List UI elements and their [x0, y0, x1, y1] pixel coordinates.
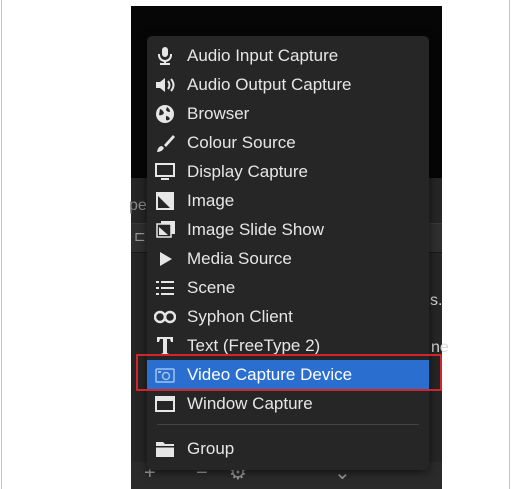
monitor-icon — [154, 161, 176, 183]
menu-item-display-capture[interactable]: Display Capture — [147, 157, 429, 186]
paintbrush-icon — [154, 132, 176, 154]
menu-item-syphon-client[interactable]: Syphon Client — [147, 302, 429, 331]
menu-item-group[interactable]: Group — [147, 434, 429, 463]
syphon-icon — [154, 306, 176, 328]
window-icon — [154, 393, 176, 415]
list-icon — [154, 277, 176, 299]
background-text-fragment: s. — [430, 292, 443, 309]
folder-icon — [154, 438, 176, 460]
frame-border-right — [509, 0, 510, 489]
microphone-icon — [154, 45, 176, 67]
play-icon — [154, 248, 176, 270]
menu-item-window-capture[interactable]: Window Capture — [147, 389, 429, 418]
menu-item-audio-output-capture[interactable]: Audio Output Capture — [147, 70, 429, 99]
frame-border-left — [1, 0, 2, 489]
menu-item-audio-input-capture[interactable]: Audio Input Capture — [147, 41, 429, 70]
add-source-context-menu: Audio Input Capture Audio Output Capture… — [147, 36, 429, 470]
menu-item-browser[interactable]: Browser — [147, 99, 429, 128]
menu-item-media-source[interactable]: Media Source — [147, 244, 429, 273]
globe-icon — [154, 103, 176, 125]
menu-item-colour-source[interactable]: Colour Source — [147, 128, 429, 157]
background-panel-icon: ⊏ — [134, 228, 146, 244]
background-tab-text: pe — [129, 197, 147, 214]
menu-separator — [157, 424, 419, 425]
speaker-icon — [154, 74, 176, 96]
menu-item-image[interactable]: Image — [147, 186, 429, 215]
slideshow-icon — [154, 219, 176, 241]
image-icon — [154, 190, 176, 212]
annotation-highlight-box — [136, 354, 442, 391]
menu-item-image-slide-show[interactable]: Image Slide Show — [147, 215, 429, 244]
menu-item-scene[interactable]: Scene — [147, 273, 429, 302]
